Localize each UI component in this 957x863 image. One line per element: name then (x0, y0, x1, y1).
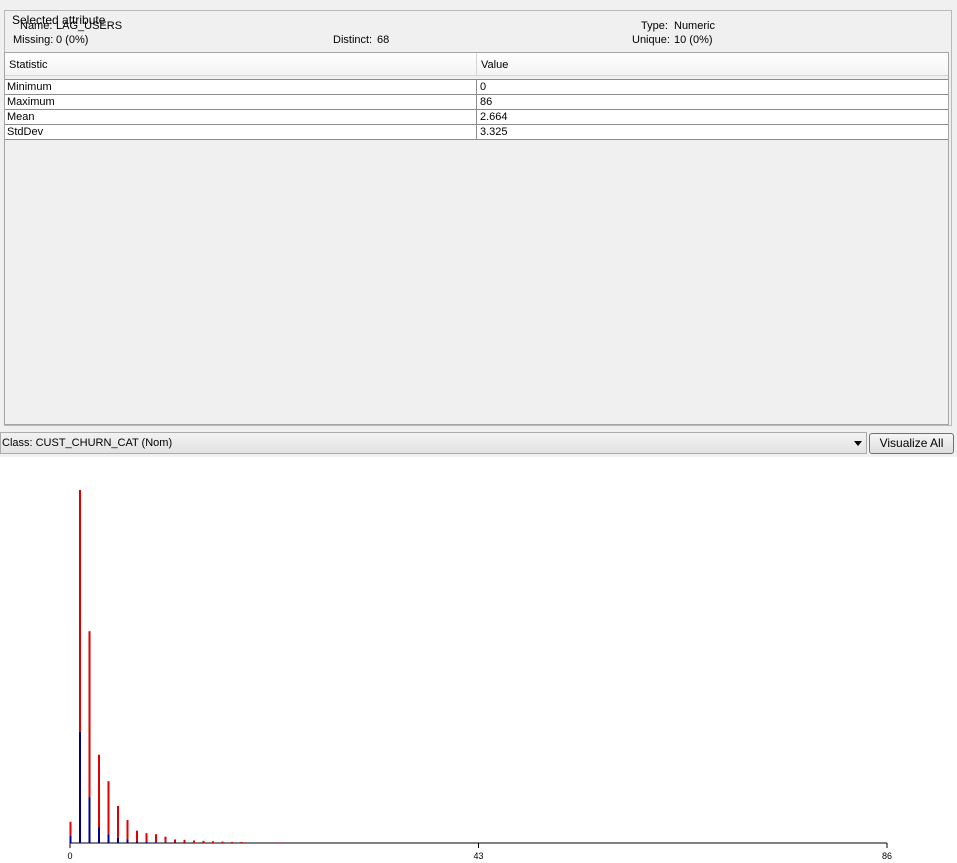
type-label: Type: (641, 20, 668, 32)
histogram-chart: 0 43 86 (67, 490, 892, 861)
histogram-bar-red (79, 490, 81, 732)
histogram-bar-red (126, 820, 129, 840)
value-cell: 2.664 (480, 111, 508, 123)
histogram-bar-red (117, 805, 119, 838)
unique-value: 10 (0%) (674, 34, 713, 46)
histogram-bar-blue (98, 827, 100, 843)
table-body: Minimum 0 Maximum 86 Mean 2.664 StdDev 3… (5, 79, 948, 140)
column-header-statistic[interactable]: Statistic (5, 53, 477, 76)
class-selector-value: Class: CUST_CHURN_CAT (Nom) (2, 437, 173, 449)
unique-label: Unique: (632, 34, 670, 46)
name-label: Name: (20, 20, 53, 32)
histogram-bar-blue (164, 842, 167, 843)
class-selector[interactable]: Class: CUST_CHURN_CAT (Nom) (0, 432, 867, 454)
name-value: LAG_USERS (56, 20, 123, 32)
distinct-value: 68 (377, 34, 390, 46)
histogram-bar-red (193, 840, 195, 843)
statistic-cell: StdDev (5, 125, 477, 139)
histogram-bar-red (278, 842, 281, 843)
histogram-bar-red (231, 841, 233, 843)
histogram-bar-blue (107, 834, 110, 843)
x-tick-label: 43 (473, 851, 483, 861)
histogram-bar-blue (69, 835, 72, 843)
missing-label: Missing: (13, 34, 54, 46)
x-tick-label: 0 (67, 851, 72, 861)
type-value: Numeric (674, 20, 715, 32)
histogram-bar-blue (145, 841, 148, 843)
histogram-bar-blue (88, 797, 91, 843)
histogram-bar-red (202, 840, 205, 843)
histogram-bar-red (155, 834, 157, 843)
visualize-all-button[interactable]: Visualize All (869, 433, 954, 454)
table-header: Statistic Value (5, 53, 948, 76)
histogram-bar-red (136, 830, 138, 842)
statistics-table[interactable]: Statistic Value Minimum 0 Maximum 86 Mea… (4, 52, 949, 425)
histogram-bar-red (145, 833, 148, 842)
value-cell: 0 (480, 81, 487, 93)
histogram-bar-red (174, 839, 176, 843)
table-row[interactable]: StdDev 3.325 (5, 124, 948, 140)
table-row[interactable]: Minimum 0 (5, 79, 948, 95)
histogram-bar-red (212, 841, 214, 843)
histogram-panel: 0 43 86 (0, 457, 957, 863)
histogram-bar-red (164, 836, 167, 843)
histogram-bar-red (221, 841, 224, 843)
histogram-bar-blue (136, 841, 138, 843)
histogram-bar-red (88, 631, 91, 798)
histogram-bar-red (183, 839, 186, 843)
column-header-value[interactable]: Value (477, 53, 948, 76)
histogram-bar-blue (155, 842, 157, 843)
x-tick-label: 86 (882, 851, 892, 861)
statistic-cell: Minimum (5, 80, 477, 94)
chevron-down-icon[interactable] (854, 441, 862, 446)
distinct-label: Distinct: (333, 34, 373, 46)
histogram-bar-red (240, 841, 243, 843)
histogram-bar-red (107, 781, 110, 835)
value-cell: 86 (480, 96, 493, 108)
statistic-cell: Mean (5, 110, 477, 124)
table-row[interactable]: Maximum 86 (5, 94, 948, 110)
table-row[interactable]: Mean 2.664 (5, 109, 948, 125)
missing-value: 0 (0%) (56, 34, 89, 46)
histogram-bar-red (98, 754, 100, 828)
histogram-bar-red (69, 821, 72, 836)
histogram-bar-blue (126, 839, 129, 843)
value-cell: 3.325 (480, 126, 508, 138)
histogram-bar-blue (117, 837, 119, 843)
histogram-bar-blue (79, 731, 81, 843)
statistic-cell: Maximum (5, 95, 477, 109)
